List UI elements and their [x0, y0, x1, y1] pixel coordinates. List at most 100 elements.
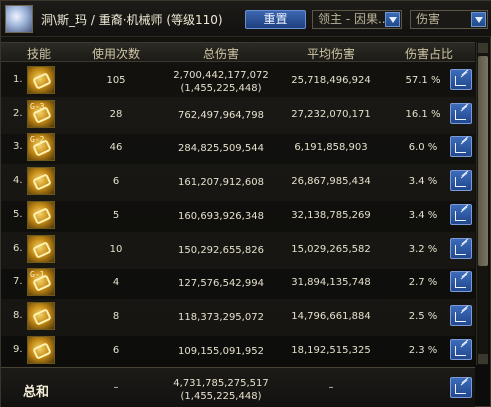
share-icon[interactable]	[450, 136, 472, 158]
use-count: 4	[112, 277, 120, 289]
average-damage: 26,867,985,434	[291, 176, 371, 188]
reset-button[interactable]: 重置	[245, 10, 306, 29]
skill-icon: G-1	[27, 268, 55, 297]
share-icon[interactable]	[450, 69, 472, 90]
share-icon[interactable]	[450, 304, 472, 326]
skill-icon: G-3	[27, 99, 55, 128]
table-row: 6. 10 150,292,655,826 15,029,265,582 3.2 %	[1, 231, 475, 269]
use-count: 8	[112, 310, 120, 322]
chevron-down-icon[interactable]	[471, 12, 486, 27]
damage-share: 2.7 %	[408, 277, 438, 289]
filter-dropdown[interactable]: 领主 - 因果...	[312, 10, 402, 29]
damage-share: 2.3 %	[408, 344, 438, 356]
col-count: 使用次数	[91, 47, 140, 61]
character-title: 洞\斯_玛 / 重裔·机械师 (等级110)	[41, 13, 223, 27]
use-count: 6	[112, 176, 120, 188]
row-index: 1.	[13, 74, 23, 85]
table-row: 3. G-2 46 284,825,509,544 6,191,858,903 6.0 %	[1, 130, 475, 167]
total-damage-value: 762,497,964,798	[178, 109, 264, 121]
damage-stats-panel: 洞\斯_玛 / 重裔·机械师 (等级110) 重置 领主 - 因果... 伤害 …	[0, 0, 491, 407]
share-icon[interactable]	[450, 377, 472, 398]
total-damage-value: 2,700,442,177,072	[173, 70, 269, 81]
average-damage: 6,191,858,903	[294, 142, 368, 154]
total-damage: 4,731,785,275,517 (1,455,225,448)	[166, 377, 276, 403]
scroll-down-icon[interactable]	[478, 354, 488, 364]
scrollbar-thumb[interactable]	[478, 56, 488, 266]
table-row: 1. 105 2,700,442,177,072 (1,455,225,448) 25,…	[1, 63, 475, 100]
filter-dropdown-value: 领主 - 因果...	[318, 12, 390, 26]
share-icon[interactable]	[450, 102, 472, 124]
scrollbar[interactable]	[476, 42, 488, 365]
metric-dropdown-value: 伤害	[416, 12, 441, 26]
table-row: 2. G-3 28 762,497,964,798 27,232,070,171 16.1…	[1, 96, 475, 134]
total-damage-value: 118,373,295,072	[178, 311, 264, 323]
total-damage-value: 161,207,912,608	[178, 177, 264, 189]
table-row: 9. 6 109,155,091,952 18,192,515,325 2.3 %	[1, 333, 475, 370]
row-index: 3.	[13, 141, 23, 153]
damage-share: 57.1 %	[405, 75, 441, 86]
skill-icon	[27, 200, 55, 229]
damage-share: 3.4 %	[408, 209, 438, 221]
total-label: 总和	[23, 385, 50, 400]
total-damage: 762,497,964,798	[166, 109, 276, 122]
skill-emblem	[32, 341, 52, 360]
total-count: –	[113, 382, 119, 393]
share-icon[interactable]	[450, 271, 472, 293]
total-row: 总和 – 4,731,785,275,517 (1,455,225,448) –	[1, 367, 475, 407]
total-damage-value: 150,292,655,826	[178, 244, 264, 256]
average-damage: 27,232,070,171	[291, 108, 371, 120]
skill-icon	[27, 234, 55, 263]
table-row: 7. G-1 4 127,576,542,994 31,894,135,748 2.7 %	[1, 265, 475, 302]
share-icon[interactable]	[450, 338, 472, 360]
use-count: 28	[109, 108, 123, 120]
total-damage: 109,155,091,952	[166, 345, 276, 358]
row-index: 6.	[13, 242, 23, 254]
share-icon[interactable]	[450, 237, 472, 259]
col-average: 平均伤害	[306, 47, 355, 61]
table-row: 8. 8 118,373,295,072 14,796,661,884 2.5 %	[1, 298, 475, 336]
share-icon[interactable]	[450, 203, 472, 225]
total-damage-value: 160,693,926,348	[178, 210, 264, 222]
total-damage-value: 284,825,509,544	[178, 143, 264, 155]
skill-icon	[27, 167, 55, 196]
header-bar: 洞\斯_玛 / 重裔·机械师 (等级110) 重置 领主 - 因果... 伤害	[1, 1, 491, 37]
chevron-down-icon[interactable]	[385, 12, 400, 27]
col-total: 总伤害	[202, 47, 239, 61]
metric-dropdown[interactable]: 伤害	[410, 10, 488, 29]
character-portrait-icon	[5, 5, 33, 33]
row-index: 7.	[13, 276, 23, 288]
column-header: 技能 使用次数 总伤害 平均伤害 伤害占比	[1, 42, 475, 62]
total-damage: 127,576,542,994	[166, 277, 276, 290]
total-average: –	[328, 382, 334, 393]
skill-emblem	[32, 206, 52, 225]
total-damage-value: 109,155,091,952	[178, 345, 264, 357]
total-damage: 284,825,509,544	[166, 142, 276, 155]
share-icon[interactable]	[450, 170, 472, 192]
total-damage: 118,373,295,072	[166, 311, 276, 324]
use-count: 46	[109, 142, 123, 154]
row-index: 5.	[13, 208, 23, 220]
skill-icon	[27, 66, 55, 94]
skill-emblem	[32, 173, 52, 191]
scroll-up-icon[interactable]	[478, 43, 488, 53]
row-index: 4.	[13, 175, 23, 187]
table-row: 4. 6 161,207,912,608 26,867,985,434 3.4 %	[1, 164, 475, 202]
total-damage: 150,292,655,826	[166, 244, 276, 257]
damage-share: 3.4 %	[408, 176, 438, 188]
average-damage: 18,192,515,325	[291, 344, 371, 356]
row-index: 9.	[13, 343, 23, 355]
damage-share: 2.5 %	[408, 310, 438, 322]
total-damage-sub: (1,455,225,448)	[180, 391, 262, 402]
total-damage: 160,693,926,348	[166, 210, 276, 223]
use-count: 5	[112, 209, 120, 221]
total-damage-value: 127,576,542,994	[178, 278, 264, 290]
damage-share: 6.0 %	[408, 142, 438, 154]
skill-emblem	[32, 72, 52, 90]
total-damage-value: 4,731,785,275,517	[173, 378, 269, 389]
table-row: 5. 5 160,693,926,348 32,138,785,269 3.4 %	[1, 198, 475, 235]
average-damage: 31,894,135,748	[291, 277, 371, 289]
average-damage: 15,029,265,582	[291, 243, 371, 255]
skill-icon	[27, 301, 55, 330]
use-count: 105	[106, 75, 126, 86]
col-skill: 技能	[26, 47, 51, 61]
